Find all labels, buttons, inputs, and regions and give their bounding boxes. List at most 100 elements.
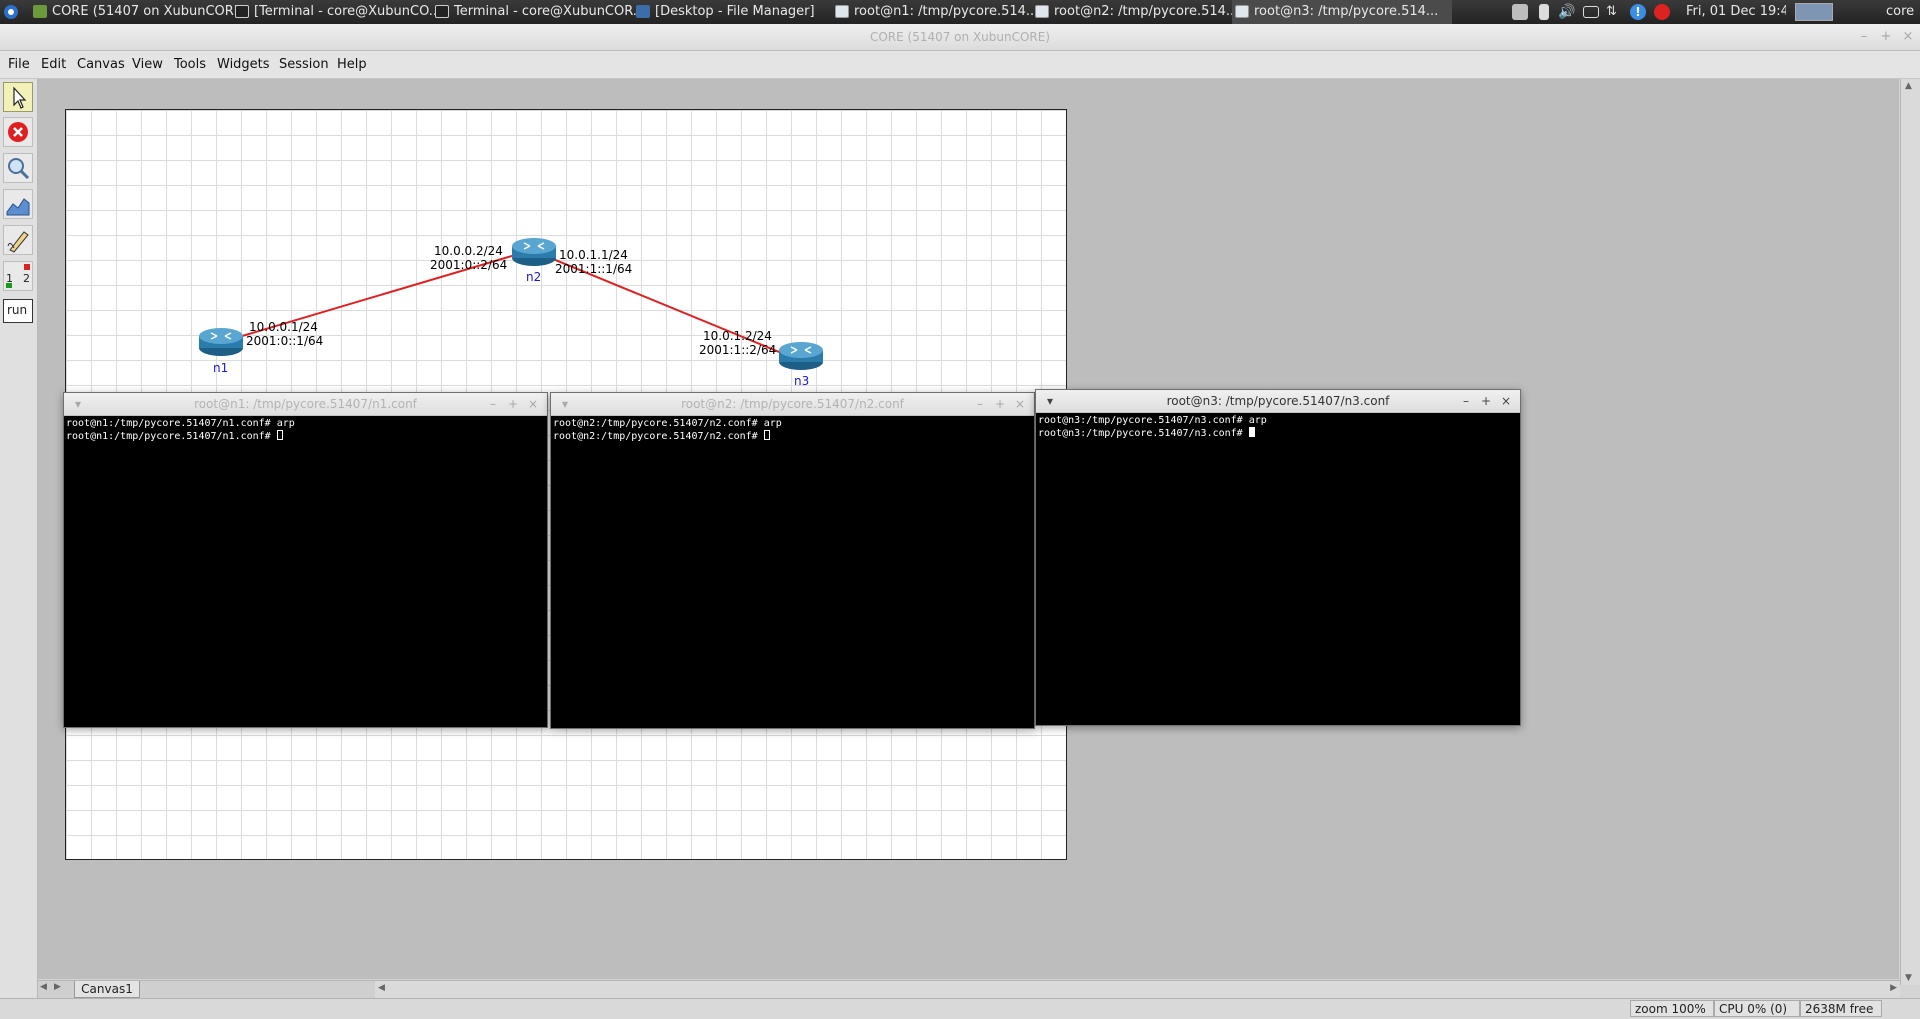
plot-icon	[6, 198, 30, 216]
link-label-n1-ipv6: 2001:0::1/64	[246, 334, 323, 348]
terminal-window-n2[interactable]: ▾ root@n2: /tmp/pycore.51407/n2.conf – +…	[550, 392, 1035, 729]
green-square-icon	[6, 283, 12, 288]
menu-edit[interactable]: Edit	[41, 51, 66, 78]
close-icon[interactable]: ×	[1012, 393, 1028, 415]
taskbar-item-terminal-2[interactable]: Terminal - core@XubunCOR...	[432, 0, 654, 24]
scroll-left-icon[interactable]: ◀	[378, 983, 385, 993]
scroll-down-icon[interactable]: ▼	[1905, 973, 1912, 983]
menu-label: Help	[337, 57, 367, 72]
status-bar: zoom 100% CPU 0% (0) 2638M free	[0, 998, 1920, 1019]
vertical-scrollbar[interactable]: ▲ ▼	[1900, 79, 1920, 985]
workspace-switcher[interactable]	[1795, 3, 1833, 21]
minimize-icon[interactable]: –	[1458, 390, 1474, 412]
menu-session[interactable]: Session	[279, 51, 329, 78]
marker-tool-button[interactable]	[3, 225, 33, 255]
leaf-icon	[33, 5, 47, 18]
menu-label: File	[8, 57, 30, 72]
left-toolbar: 1 2 run	[0, 79, 38, 1018]
tab-scroll-right-icon[interactable]: ▶	[54, 982, 61, 992]
text-cursor	[763, 430, 770, 440]
two-node-tool-button[interactable]: 1 2	[3, 261, 33, 291]
user-menu[interactable]: core	[1886, 0, 1920, 24]
tab-scroll-left-icon[interactable]: ◀	[40, 982, 47, 992]
zoom-tool-button[interactable]	[3, 153, 33, 183]
menu-canvas[interactable]: Canvas	[77, 51, 125, 78]
taskbar-item-label: [Desktop - File Manager]	[655, 4, 815, 19]
terminal-icon	[435, 5, 449, 18]
red-square-icon	[24, 264, 30, 270]
window-menu-icon[interactable]: ▾	[557, 393, 573, 415]
network-icon[interactable]: ⇅	[1606, 4, 1622, 20]
maximize-icon[interactable]: +	[992, 393, 1008, 415]
run-tool-button[interactable]: run	[3, 299, 33, 323]
taskbar-item-file-manager[interactable]: [Desktop - File Manager]	[633, 0, 840, 24]
taskbar-item-n1[interactable]: root@n1: /tmp/pycore.514...	[832, 0, 1052, 24]
window-titlebar[interactable]: CORE (51407 on XubunCORE) – + ×	[0, 24, 1920, 51]
close-icon[interactable]: ×	[1899, 24, 1917, 50]
warning-icon[interactable]	[1654, 4, 1670, 20]
link-label-n2-ipv4-a: 10.0.0.2/24	[434, 244, 503, 258]
window-menu-icon[interactable]: ▾	[1042, 390, 1058, 412]
xubuntu-menu-icon[interactable]	[2, 0, 22, 24]
tab-canvas1[interactable]: Canvas1	[74, 981, 140, 998]
terminal-titlebar[interactable]: ▾ root@n2: /tmp/pycore.51407/n2.conf – +…	[551, 393, 1034, 416]
menu-tools[interactable]: Tools	[174, 51, 206, 78]
screenshot-icon[interactable]	[1512, 4, 1528, 20]
menu-label: View	[132, 57, 163, 72]
status-cpu: CPU 0% (0)	[1714, 1000, 1800, 1017]
close-icon[interactable]: ×	[1498, 390, 1514, 412]
window-icon	[1035, 5, 1049, 18]
link-label-n3-ipv4: 10.0.1.2/24	[703, 329, 772, 343]
horizontal-scrollbar[interactable]: ◀ ▶	[375, 980, 1900, 998]
terminal-body[interactable]: root@n1:/tmp/pycore.51407/n1.conf# arp r…	[65, 416, 547, 727]
window-menu-icon[interactable]: ▾	[70, 393, 86, 415]
top-panel: CORE (51407 on XubunCORE) [Terminal - co…	[0, 0, 1920, 24]
terminal-body[interactable]: root@n3:/tmp/pycore.51407/n3.conf# arp r…	[1037, 413, 1520, 725]
node-label-n2[interactable]: n2	[526, 270, 541, 284]
taskbar-item-n2[interactable]: root@n2: /tmp/pycore.514...	[1032, 0, 1252, 24]
battery-icon[interactable]	[1539, 4, 1549, 20]
terminal-window-n3[interactable]: ▾ root@n3: /tmp/pycore.51407/n3.conf – +…	[1035, 389, 1521, 726]
terminal-line: root@n3:/tmp/pycore.51407/n3.conf# arp	[1038, 415, 1267, 426]
minimize-icon[interactable]: –	[1855, 24, 1873, 50]
maximize-icon[interactable]: +	[505, 393, 521, 415]
stop-session-button[interactable]	[3, 117, 33, 147]
node-label-n1[interactable]: n1	[213, 361, 228, 375]
menu-help[interactable]: Help	[337, 51, 367, 78]
menu-view[interactable]: View	[132, 51, 163, 78]
menu-label: Canvas	[77, 57, 125, 72]
maximize-icon[interactable]: +	[1877, 24, 1895, 50]
maximize-icon[interactable]: +	[1478, 390, 1494, 412]
scroll-right-icon[interactable]: ▶	[1890, 983, 1897, 993]
status-memory: 2638M free	[1800, 1000, 1882, 1017]
select-tool-button[interactable]	[3, 82, 33, 112]
terminal-window-n1[interactable]: ▾ root@n1: /tmp/pycore.51407/n1.conf – +…	[63, 392, 548, 728]
minimize-icon[interactable]: –	[972, 393, 988, 415]
node-label-n3[interactable]: n3	[794, 374, 809, 388]
mail-icon[interactable]	[1583, 6, 1599, 18]
clock[interactable]: Fri, 01 Dec 19:47	[1686, 0, 1786, 24]
menu-widgets[interactable]: Widgets	[217, 51, 270, 78]
stop-icon	[8, 122, 28, 142]
taskbar-item-terminal-1[interactable]: [Terminal - core@XubunCO...	[232, 0, 454, 24]
terminal-title: root@n1: /tmp/pycore.51407/n1.conf	[194, 397, 417, 411]
update-notifier-icon[interactable]: !	[1630, 4, 1646, 20]
router-n3[interactable]	[779, 342, 823, 370]
taskbar-item-label: root@n1: /tmp/pycore.514...	[854, 4, 1039, 19]
router-n2[interactable]	[512, 238, 556, 266]
terminal-body[interactable]: root@n2:/tmp/pycore.51407/n2.conf# arp r…	[552, 416, 1034, 728]
terminal-titlebar[interactable]: ▾ root@n3: /tmp/pycore.51407/n3.conf – +…	[1036, 390, 1520, 413]
menu-file[interactable]: File	[8, 51, 30, 78]
taskbar-item-label: Terminal - core@XubunCOR...	[454, 4, 646, 19]
router-n1[interactable]	[199, 328, 243, 356]
volume-icon[interactable]: 🔊	[1558, 4, 1575, 20]
terminal-icon	[235, 5, 249, 18]
taskbar-item-label: CORE (51407 on XubunCORE)	[52, 4, 248, 19]
terminal-titlebar[interactable]: ▾ root@n1: /tmp/pycore.51407/n1.conf – +…	[64, 393, 547, 416]
status-zoom: zoom 100%	[1630, 1000, 1714, 1017]
close-icon[interactable]: ×	[525, 393, 541, 415]
scroll-up-icon[interactable]: ▲	[1905, 81, 1912, 91]
plot-tool-button[interactable]	[3, 189, 33, 219]
minimize-icon[interactable]: –	[485, 393, 501, 415]
taskbar-item-n3[interactable]: root@n3: /tmp/pycore.514...	[1232, 0, 1452, 24]
